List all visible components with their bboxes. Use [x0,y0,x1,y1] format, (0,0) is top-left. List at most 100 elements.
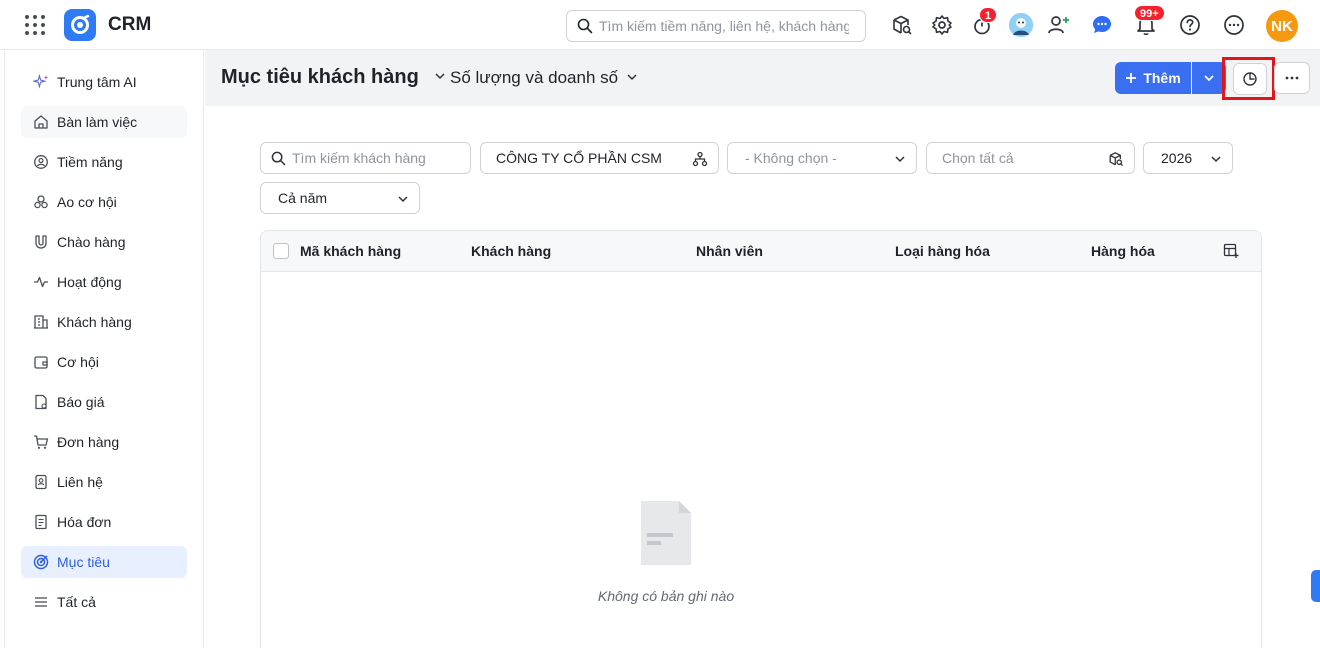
column-header-employee[interactable]: Nhân viên [696,243,763,259]
chevron-down-icon [895,156,905,163]
sidebar-item-quotes[interactable]: Báo giá [21,386,187,418]
user-avatar-icon[interactable] [1009,13,1033,37]
add-button-label: Thêm [1143,70,1181,86]
sidebar-item-label: Hoạt động [57,274,122,290]
ellipsis-icon [1285,76,1299,80]
customer-search-field[interactable]: Tìm kiếm khách hàng [260,142,471,174]
quote-icon [35,394,47,410]
select-all-checkbox[interactable] [273,243,289,259]
employee-select-value: - Không chọn - [745,150,837,166]
search-icon [271,151,286,165]
sidebar-item-label: Hóa đơn [57,514,112,530]
employee-select[interactable]: - Không chọn - [727,142,917,174]
avatar[interactable]: NK [1266,10,1298,42]
empty-state-message: Không có bản ghi nào [597,588,735,604]
sidebar-item-label: Tất cả [57,594,96,610]
timer-badge: 1 [979,7,998,23]
column-header-product-type[interactable]: Loại hàng hóa [895,243,990,259]
sidebar-item-label: Chào hàng [57,234,126,250]
sidebar-item-orders[interactable]: Đơn hàng [21,426,187,458]
sidebar-item-offers[interactable]: Chào hàng [21,226,187,258]
menu-icon [35,597,47,607]
sidebar-item-label: Tiềm năng [57,154,123,170]
main-content: Tìm kiếm khách hàng CÔNG TY CỔ PHẦN CSM … [205,106,1320,648]
help-icon[interactable] [1178,13,1202,37]
sidebar-item-label: Đơn hàng [57,434,120,450]
sidebar-item-label: Mục tiêu [57,554,110,570]
sidebar-item-leads[interactable]: Tiềm năng [21,146,187,178]
global-search[interactable] [566,10,866,42]
sidebar-item-goals[interactable]: Mục tiêu [21,546,187,578]
product-select-placeholder: Chọn tất cả [942,150,1014,166]
highlight-box [1222,57,1275,100]
invoice-icon [35,514,47,530]
sidebar-item-label: Cơ hội [57,354,99,370]
add-user-icon[interactable] [1047,13,1071,37]
activity-icon [34,276,48,288]
period-select-value: Cả năm [278,190,328,206]
column-header-product[interactable]: Hàng hóa [1091,243,1155,259]
chevron-down-icon[interactable] [434,70,446,82]
sidebar: Trung tâm AI Bàn làm việc Tiềm năng Ao c… [4,50,204,648]
history-button[interactable] [1233,63,1267,95]
sidebar-item-customers[interactable]: Khách hàng [21,306,187,338]
sidebar-item-ai-center[interactable]: Trung tâm AI [21,66,187,98]
chat-icon[interactable] [1090,13,1114,37]
target-icon [33,554,49,570]
settings-icon[interactable] [930,13,954,37]
sidebar-item-all[interactable]: Tất cả [21,586,187,618]
sidebar-item-invoices[interactable]: Hóa đơn [21,506,187,538]
page-header: Mục tiêu khách hàng Số lượng và doanh số… [205,50,1320,106]
sidebar-item-workspace[interactable]: Bàn làm việc [21,106,187,138]
sidebar-item-label: Trung tâm AI [57,74,137,90]
sidebar-item-label: Bàn làm việc [57,114,138,130]
table-header: Mã khách hàng Khách hàng Nhân viên Loại … [261,231,1261,272]
search-icon [577,18,593,34]
notification-badge: 99+ [1134,5,1165,21]
sidebar-item-contacts[interactable]: Liên hệ [21,466,187,498]
company-select-value: CÔNG TY CỔ PHẦN CSM [496,150,662,166]
column-header-customer[interactable]: Khách hàng [471,243,551,259]
company-select[interactable]: CÔNG TY CỔ PHẦN CSM [480,142,719,174]
page-title: Mục tiêu khách hàng [221,66,419,88]
home-icon [34,115,48,129]
cart-icon [34,435,49,449]
top-bar: CRM 1 99+ NK [0,0,1320,50]
sidebar-item-label: Liên hệ [57,474,103,490]
sidebar-item-activities[interactable]: Hoạt động [21,266,187,298]
box-search-icon[interactable] [1108,151,1124,167]
building-icon [34,315,48,329]
sidebar-item-opportunities[interactable]: Cơ hội [21,346,187,378]
column-settings-icon[interactable] [1223,243,1239,259]
year-select[interactable]: 2026 [1143,142,1233,174]
sidebar-item-label: Khách hàng [57,314,132,330]
plus-icon [1126,73,1137,83]
contact-icon [35,474,47,490]
crm-logo-icon[interactable] [64,9,96,41]
product-select[interactable]: Chọn tất cả [926,142,1135,174]
app-grid-icon[interactable] [25,15,45,35]
chevron-down-icon[interactable] [626,71,638,83]
add-button[interactable]: Thêm [1115,62,1191,94]
view-selector[interactable]: Số lượng và doanh số [450,68,618,88]
pie-chart-icon [1243,72,1257,86]
year-select-value: 2026 [1161,150,1193,166]
org-tree-icon[interactable] [692,151,708,167]
goals-table: Mã khách hàng Khách hàng Nhân viên Loại … [260,230,1262,648]
sidebar-item-opportunity-pool[interactable]: Ao cơ hội [21,186,187,218]
chevron-down-icon [398,196,408,203]
period-select[interactable]: Cả năm [260,182,420,214]
wallet-icon [34,356,48,369]
box-search-icon[interactable] [890,13,914,37]
chevron-down-icon [1211,156,1221,163]
more-apps-icon[interactable] [1222,13,1246,37]
column-header-customer-code[interactable]: Mã khách hàng [300,243,401,259]
lead-icon [34,155,48,169]
more-options-button[interactable] [1274,62,1310,94]
add-dropdown-button[interactable] [1192,62,1226,94]
side-panel-toggle[interactable] [1311,570,1320,602]
sidebar-item-label: Ao cơ hội [57,194,117,210]
ai-sparkle-icon [33,74,49,89]
global-search-input[interactable] [599,18,849,34]
app-title: CRM [108,14,152,35]
